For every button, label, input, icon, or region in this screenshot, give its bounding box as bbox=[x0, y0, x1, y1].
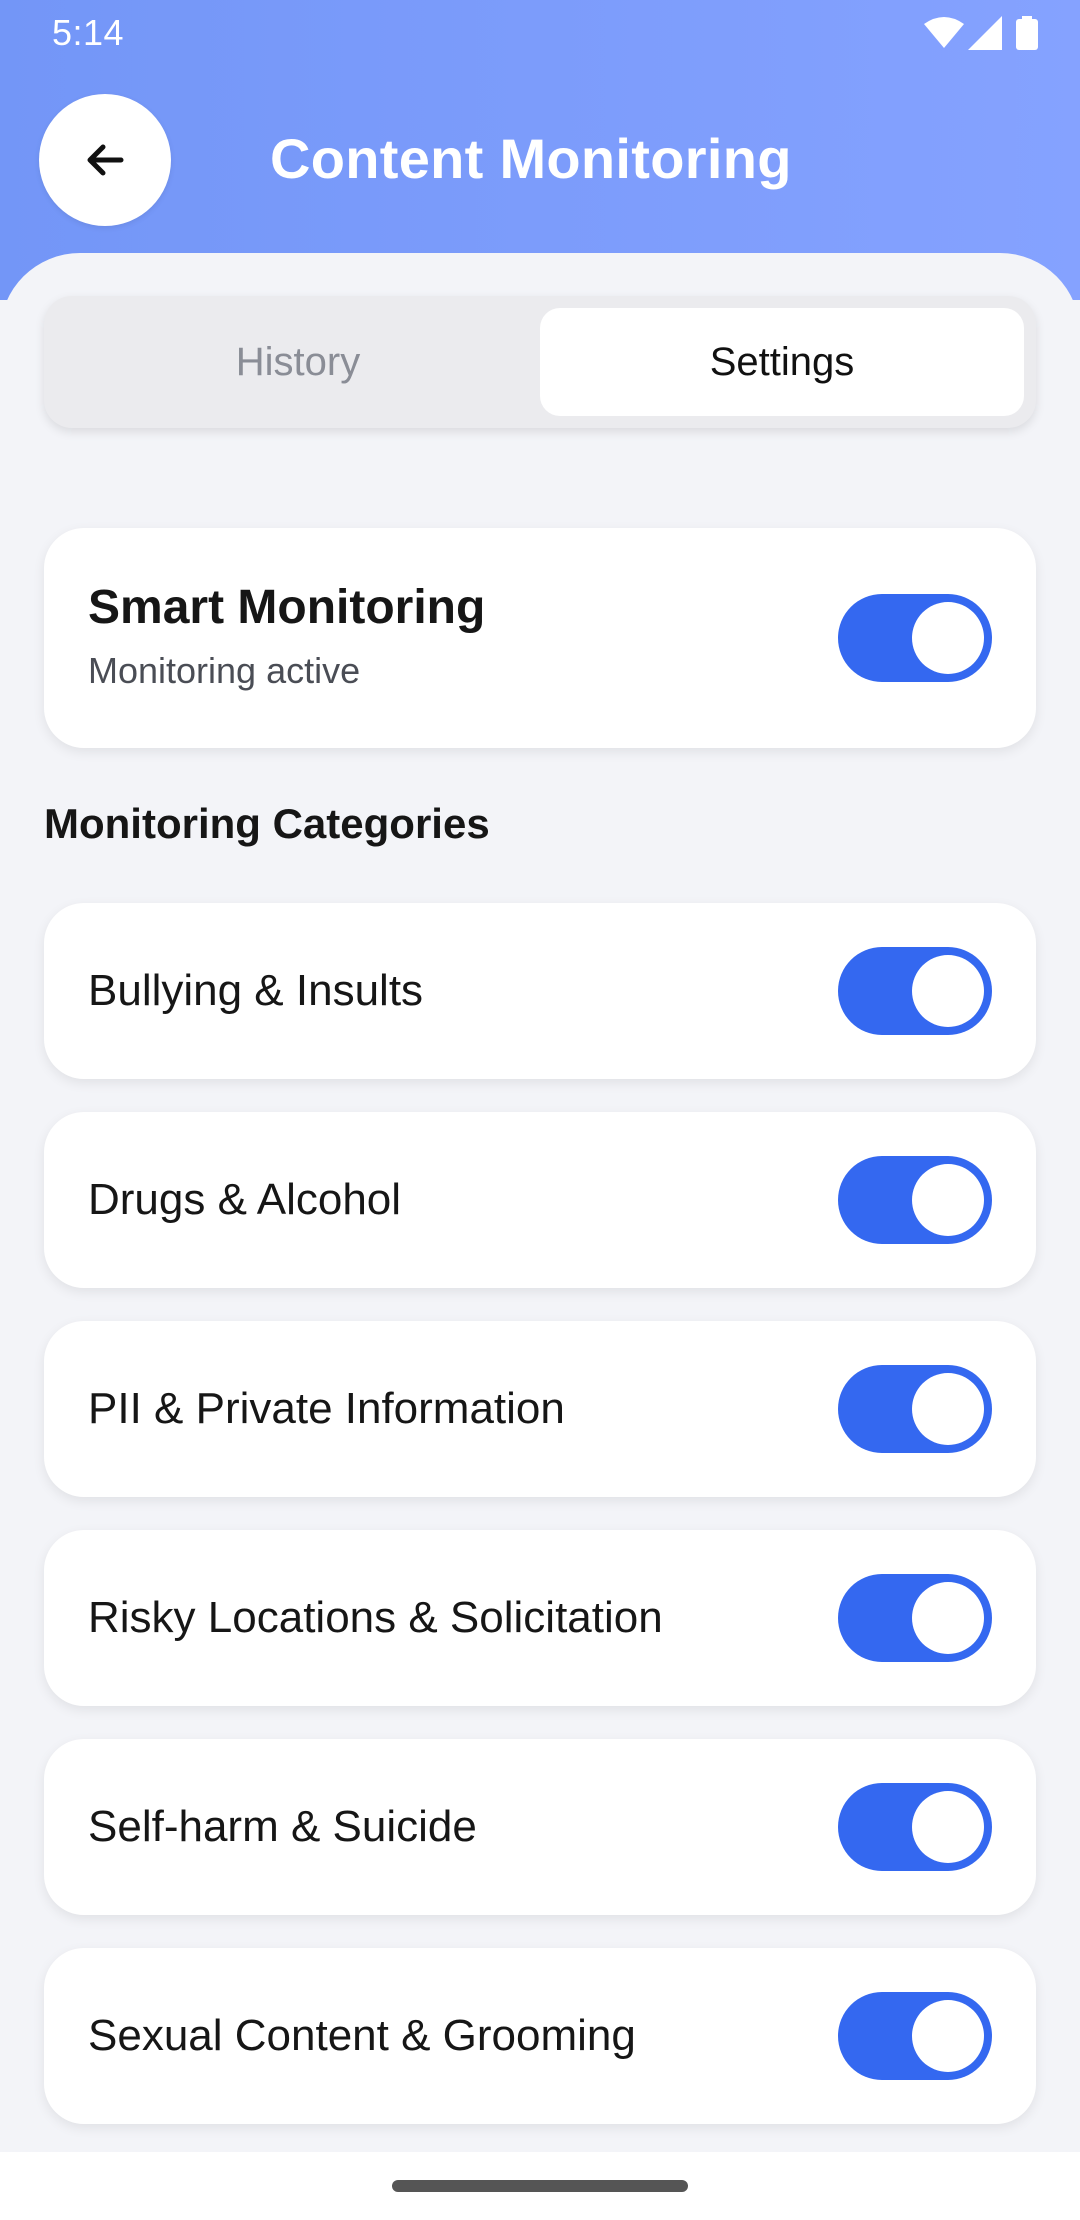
signal-icon bbox=[968, 16, 1002, 50]
category-card-risky-locations: Risky Locations & Solicitation bbox=[44, 1530, 1036, 1706]
toggle-knob bbox=[912, 602, 984, 674]
category-card-pii: PII & Private Information bbox=[44, 1321, 1036, 1497]
self-harm-toggle[interactable] bbox=[838, 1783, 992, 1871]
category-card-drugs: Drugs & Alcohol bbox=[44, 1112, 1036, 1288]
tab-history[interactable]: History bbox=[56, 308, 540, 416]
back-button[interactable] bbox=[39, 94, 171, 226]
toggle-knob bbox=[912, 1582, 984, 1654]
category-label: Bullying & Insults bbox=[88, 966, 424, 1015]
page-title: Content Monitoring bbox=[270, 127, 792, 190]
category-label: Sexual Content & Grooming bbox=[88, 2011, 636, 2060]
toggle-knob bbox=[912, 1373, 984, 1445]
pii-toggle[interactable] bbox=[838, 1365, 992, 1453]
category-label: Risky Locations & Solicitation bbox=[88, 1593, 663, 1642]
wifi-icon bbox=[924, 17, 964, 48]
category-label: Drugs & Alcohol bbox=[88, 1175, 402, 1224]
status-bar: 5:14 bbox=[0, 0, 1080, 66]
battery-icon bbox=[1016, 16, 1038, 50]
toggle-knob bbox=[912, 1791, 984, 1863]
category-label: PII & Private Information bbox=[88, 1384, 565, 1433]
tab-settings[interactable]: Settings bbox=[540, 308, 1024, 416]
status-time: 5:14 bbox=[52, 12, 125, 53]
sexual-content-toggle[interactable] bbox=[838, 1992, 992, 2080]
toggle-knob bbox=[912, 955, 984, 1027]
toggle-knob bbox=[912, 2000, 984, 2072]
category-card-bullying: Bullying & Insults bbox=[44, 903, 1036, 1079]
smart-monitoring-card: Smart Monitoring Monitoring active bbox=[44, 528, 1036, 748]
category-card-self-harm: Self-harm & Suicide bbox=[44, 1739, 1036, 1915]
section-title: Monitoring Categories bbox=[44, 800, 490, 847]
category-card-sexual-content: Sexual Content & Grooming bbox=[44, 1948, 1036, 2124]
smart-monitoring-title: Smart Monitoring bbox=[88, 581, 486, 634]
drugs-toggle[interactable] bbox=[838, 1156, 992, 1244]
smart-monitoring-toggle[interactable] bbox=[838, 594, 992, 682]
toggle-knob bbox=[912, 1164, 984, 1236]
arrow-left-icon bbox=[87, 144, 124, 176]
risky-locations-toggle[interactable] bbox=[838, 1574, 992, 1662]
bullying-toggle[interactable] bbox=[838, 947, 992, 1035]
tab-switcher: History Settings bbox=[44, 296, 1036, 428]
home-indicator[interactable] bbox=[392, 2180, 688, 2192]
category-label: Self-harm & Suicide bbox=[88, 1802, 477, 1851]
smart-monitoring-status: Monitoring active bbox=[88, 650, 361, 691]
